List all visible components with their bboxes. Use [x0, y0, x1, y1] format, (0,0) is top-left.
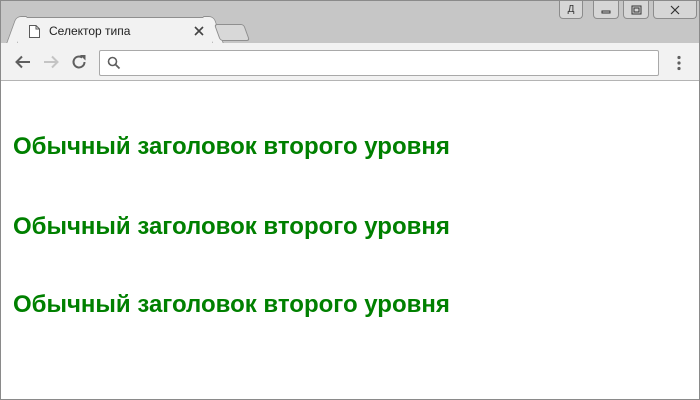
reload-icon[interactable] — [69, 52, 89, 72]
minimize-icon[interactable] — [593, 1, 619, 19]
tab-title: Селектор типа — [49, 24, 131, 38]
window-controls: Д — [559, 1, 697, 19]
user-profile-label: Д — [567, 4, 575, 15]
document-icon — [29, 24, 40, 38]
title-bar: Селектор типа Д — [1, 1, 699, 44]
user-profile-button[interactable]: Д — [559, 1, 583, 19]
address-bar[interactable] — [99, 50, 659, 76]
search-icon — [107, 56, 121, 70]
new-tab-button[interactable] — [213, 24, 251, 41]
close-icon[interactable] — [653, 1, 697, 19]
browser-tab-active[interactable]: Селектор типа — [17, 17, 213, 44]
browser-window: Селектор типа Д Обычный заголовок второг… — [0, 0, 700, 400]
maximize-icon[interactable] — [623, 1, 649, 19]
heading-h2: Обычный заголовок второго уровня — [13, 133, 450, 160]
menu-icon[interactable] — [671, 53, 687, 73]
browser-toolbar — [1, 43, 699, 81]
back-icon[interactable] — [13, 52, 33, 72]
page-content: Обычный заголовок второго уровня Обычный… — [1, 82, 699, 399]
heading-h2: Обычный заголовок второго уровня — [13, 213, 450, 240]
forward-icon[interactable] — [41, 52, 61, 72]
tab-close-icon[interactable] — [192, 24, 206, 38]
address-input[interactable] — [127, 52, 658, 74]
heading-h2: Обычный заголовок второго уровня — [13, 291, 450, 318]
